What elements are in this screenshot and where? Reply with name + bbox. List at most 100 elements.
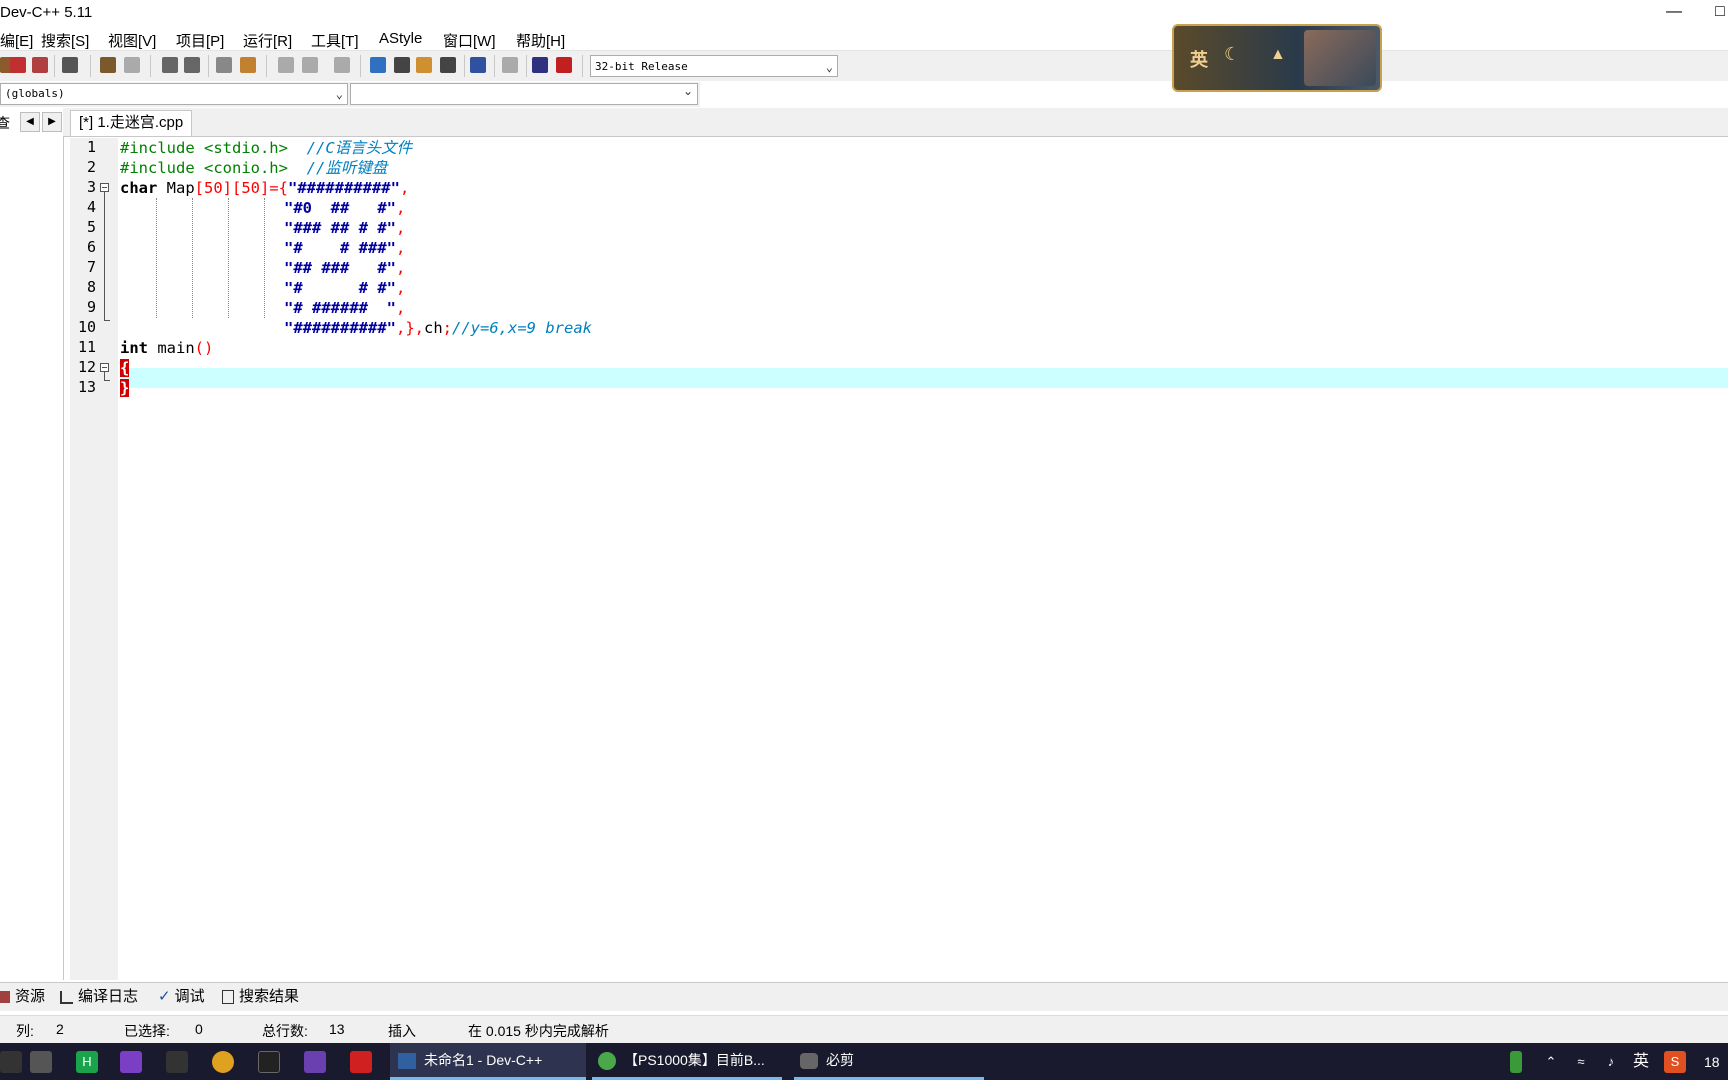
chrome-icon[interactable] xyxy=(212,1051,234,1073)
menu-search[interactable]: 搜索[S] xyxy=(41,30,89,51)
taskbar-window-devcpp[interactable]: 未命名1 - Dev-C++ xyxy=(390,1043,586,1080)
taskbar-window-bijian[interactable]: 必剪 xyxy=(794,1043,984,1080)
code-string: "##########" xyxy=(284,319,396,337)
window-icon[interactable] xyxy=(394,57,410,73)
code-line-3: char Map[50][50]={"##########", xyxy=(120,178,409,198)
new-project-icon[interactable] xyxy=(370,57,386,73)
menu-edit[interactable]: 编[E] xyxy=(0,30,33,51)
panel-tab-view[interactable]: 查看 xyxy=(0,112,20,134)
code-string: "### ## # #" xyxy=(284,219,396,237)
bookmark-icon[interactable] xyxy=(334,57,350,73)
find-icon[interactable] xyxy=(162,57,178,73)
indent-guide xyxy=(192,198,193,318)
battery-icon[interactable] xyxy=(1510,1051,1522,1073)
tab-resources[interactable]: 资源 xyxy=(0,986,45,1008)
maximize-button[interactable]: □ xyxy=(1697,0,1728,26)
code-keyword: int xyxy=(120,339,148,357)
menu-project[interactable]: 项目[P] xyxy=(176,30,224,51)
wifi-icon[interactable]: ≈ xyxy=(1570,1051,1592,1073)
visual-studio-icon[interactable] xyxy=(120,1051,142,1073)
resources-icon xyxy=(0,991,10,1004)
avatar xyxy=(1304,30,1376,86)
tab-debug[interactable]: ✓ 调试 xyxy=(158,986,205,1008)
line-number: 5 xyxy=(86,218,96,236)
browser-icon xyxy=(598,1052,616,1071)
toolbar-separator xyxy=(90,55,91,77)
chart-icon[interactable] xyxy=(532,57,548,73)
clock[interactable]: 18 xyxy=(1704,1051,1728,1073)
menu-astyle[interactable]: AStyle xyxy=(379,30,422,47)
status-bar: 列: 2 已选择: 0 总行数: 13 插入 在 0.015 秒内完成解析 xyxy=(0,1015,1728,1044)
code-area[interactable]: #include <stdio.h> //C语言头文件 #include <co… xyxy=(120,138,1728,980)
fold-toggle-icon[interactable] xyxy=(100,183,109,192)
print-icon[interactable] xyxy=(62,57,78,73)
file-tab[interactable]: [*] 1.走迷宫.cpp xyxy=(70,110,193,136)
scroll-right-icon[interactable]: ▶ xyxy=(42,112,62,132)
visual-studio-icon[interactable] xyxy=(304,1051,326,1073)
profile-icon[interactable] xyxy=(556,57,572,73)
menu-run[interactable]: 运行[R] xyxy=(243,30,292,51)
app-icon[interactable]: H xyxy=(76,1051,98,1073)
menu-view[interactable]: 视图[V] xyxy=(108,30,156,51)
title-bar: Dev-C++ 5.11 — □ xyxy=(0,0,1728,26)
matched-brace: { xyxy=(120,359,130,377)
code-line-13: } xyxy=(120,378,130,398)
stop-icon[interactable] xyxy=(502,57,518,73)
line-number: 10 xyxy=(77,318,96,336)
tab-search-results-label: 搜索结果 xyxy=(239,988,300,1005)
tab-search-results[interactable]: 搜索结果 xyxy=(222,986,299,1008)
bijian-icon xyxy=(800,1053,818,1070)
class-browser-icon[interactable] xyxy=(416,57,432,73)
app-icon[interactable] xyxy=(350,1051,372,1073)
code-symbol: [50][50]={ xyxy=(194,179,288,197)
chevron-down-icon: ⌄ xyxy=(335,87,343,101)
editor-tab-row: [*] 1.走迷宫.cpp xyxy=(63,108,1728,137)
line-number: 7 xyxy=(86,258,96,276)
close-file-icon[interactable] xyxy=(10,57,26,73)
menu-window[interactable]: 窗口[W] xyxy=(443,30,496,51)
tab-compile-log[interactable]: 编译日志 xyxy=(60,986,138,1008)
volume-icon[interactable]: ♪ xyxy=(1600,1051,1622,1073)
compiler-select[interactable]: 32-bit Release ⌄ xyxy=(590,55,838,77)
menu-tools[interactable]: 工具[T] xyxy=(311,30,359,51)
members-select[interactable]: ⌄ xyxy=(350,83,698,105)
toolbar-separator xyxy=(464,55,465,77)
scope-bar: (globals) ⌄ ⌄ xyxy=(0,82,700,107)
terminal-icon[interactable] xyxy=(258,1051,280,1073)
scroll-left-icon[interactable]: ◀ xyxy=(20,112,40,132)
search-icon xyxy=(222,990,234,1005)
code-editor[interactable]: 1 2 3 4 5 6 7 8 9 10 11 12 13 #include <… xyxy=(70,138,1728,980)
app-icon[interactable] xyxy=(0,1051,22,1073)
code-line-5: "### ## # #", xyxy=(284,218,405,238)
redo-icon[interactable] xyxy=(124,57,140,73)
indent-guide xyxy=(228,198,229,318)
code-symbol: () xyxy=(194,339,214,357)
code-symbol: ,}, xyxy=(395,319,424,337)
code-string: "# ###### " xyxy=(284,299,396,317)
floating-ime-badge[interactable]: 英 ☾ ▲ xyxy=(1172,24,1382,92)
indent-icon[interactable] xyxy=(216,57,232,73)
code-line-7: "## ### #", xyxy=(284,258,405,278)
layout-icon[interactable] xyxy=(440,57,456,73)
check-icon[interactable] xyxy=(470,57,486,73)
undo-icon[interactable] xyxy=(100,57,116,73)
app-icon[interactable] xyxy=(30,1051,52,1073)
check-icon: ✓ xyxy=(158,988,171,1005)
globals-select[interactable]: (globals) ⌄ xyxy=(0,83,348,105)
close-all-icon[interactable] xyxy=(32,57,48,73)
replace-icon[interactable] xyxy=(184,57,200,73)
chevron-up-icon[interactable]: ⌃ xyxy=(1540,1051,1562,1073)
goto-forward-icon[interactable] xyxy=(302,57,318,73)
file-tab-label: [*] 1.走迷宫.cpp xyxy=(79,114,184,131)
code-identifier: Map xyxy=(157,179,195,197)
taskbar-window-label: 未命名1 - Dev-C++ xyxy=(424,1052,543,1068)
sogou-icon[interactable]: S xyxy=(1664,1051,1686,1073)
goto-back-icon[interactable] xyxy=(278,57,294,73)
minimize-button[interactable]: — xyxy=(1651,0,1697,26)
taskbar-window-browser[interactable]: 【PS1000集】目前B... xyxy=(592,1043,782,1080)
app-icon[interactable] xyxy=(166,1051,188,1073)
ime-indicator[interactable]: 英 xyxy=(1630,1051,1652,1073)
menu-help[interactable]: 帮助[H] xyxy=(516,30,565,51)
fold-toggle-icon[interactable] xyxy=(100,363,109,372)
unindent-icon[interactable] xyxy=(240,57,256,73)
